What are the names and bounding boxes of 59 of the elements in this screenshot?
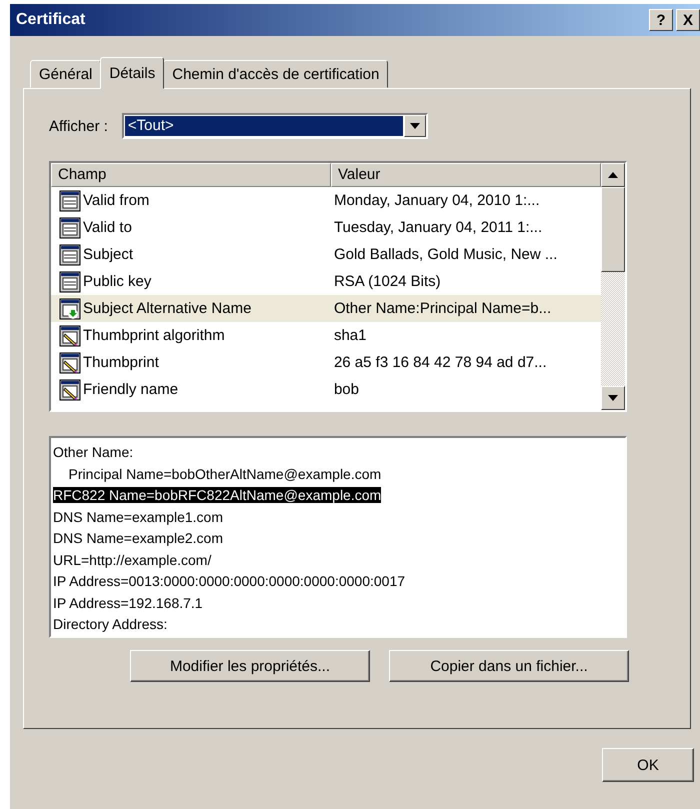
detail-line: IP Address=192.168.7.1 <box>53 594 203 610</box>
detail-line: URL=http://example.com/ <box>53 552 212 568</box>
scroll-up-icon <box>608 172 618 178</box>
field-row[interactable]: Valid to Tuesday, January 04, 2011 1:... <box>51 214 601 241</box>
field-value: Tuesday, January 04, 2011 1:... <box>334 219 542 236</box>
scroll-down-icon <box>608 395 618 401</box>
column-header[interactable]: Champ <box>51 163 331 187</box>
scroll-thumb[interactable] <box>601 187 625 272</box>
field-value: sha1 <box>334 327 366 344</box>
document-pencil-icon <box>59 352 81 374</box>
detail-line: Other Name: <box>53 444 134 460</box>
detail-line: DNS Name=example2.com <box>53 530 224 546</box>
help-button[interactable]: ? <box>649 9 673 31</box>
field-row[interactable]: Thumbprint algorithm sha1 <box>51 322 601 349</box>
show-label: Afficher : <box>49 118 108 134</box>
details-box[interactable] <box>49 436 627 638</box>
field-name: Friendly name <box>83 381 178 398</box>
tab[interactable]: Chemin d'accès de certification <box>163 60 388 88</box>
detail-line: Principal Name=bobOtherAltName@example.com <box>68 466 382 482</box>
field-name: Valid from <box>83 192 150 209</box>
caret-icon <box>410 123 420 129</box>
tab[interactable]: Détails <box>100 57 164 89</box>
document-icon <box>59 244 81 266</box>
field-name: Thumbprint algorithm <box>83 327 225 344</box>
field-value: Gold Ballads, Gold Music, New ... <box>334 246 558 263</box>
detail-line: Directory Address: <box>53 616 168 632</box>
ok-button[interactable]: OK <box>602 748 694 782</box>
document-pencil-icon <box>59 378 81 400</box>
field-row[interactable]: Valid from Monday, January 04, 2010 1:... <box>51 187 601 214</box>
window-title: Certificat <box>16 11 86 29</box>
field-row[interactable]: Subject Alternative Name Other Name:Principal Name=b... <box>51 295 601 322</box>
field-value: bob <box>334 381 359 398</box>
field-value: Other Name:Principal Name=b... <box>334 300 552 317</box>
action-button[interactable]: Modifier les propriétés... <box>130 650 370 682</box>
field-name: Public key <box>83 273 152 290</box>
field-row[interactable]: Public key RSA (1024 Bits) <box>51 268 601 295</box>
scrollbar[interactable] <box>601 163 625 410</box>
field-name: Valid to <box>83 219 132 236</box>
field-name: Subject Alternative Name <box>83 300 252 317</box>
field-value: RSA (1024 Bits) <box>334 273 441 290</box>
action-button[interactable]: Copier dans un fichier... <box>389 650 629 682</box>
close-button[interactable]: X <box>676 9 700 31</box>
field-row[interactable]: Friendly name bob <box>51 376 601 403</box>
document-download-icon <box>59 298 81 320</box>
field-name: Subject <box>83 246 134 263</box>
document-icon <box>59 216 81 238</box>
document-pencil-icon <box>59 324 81 346</box>
document-icon <box>59 270 81 292</box>
field-value: 26 a5 f3 16 84 42 78 94 ad d7... <box>334 354 547 371</box>
tab[interactable]: Général <box>30 60 102 88</box>
detail-line: IP Address=0013:0000:0000:0000:0000:0000:0000:0017 <box>53 573 406 589</box>
document-icon <box>59 190 81 212</box>
detail-line: DNS Name=example1.com <box>53 508 224 524</box>
field-value: Monday, January 04, 2010 1:... <box>334 192 540 209</box>
field-name: Thumbprint <box>83 354 159 371</box>
column-header[interactable]: Valeur <box>331 163 601 187</box>
field-row[interactable]: Subject Gold Ballads, Gold Music, New ... <box>51 241 601 268</box>
show-dropdown[interactable]: <Tout> <box>122 113 428 139</box>
field-row[interactable]: Thumbprint 26 a5 f3 16 84 42 78 94 ad d7... <box>51 349 601 376</box>
